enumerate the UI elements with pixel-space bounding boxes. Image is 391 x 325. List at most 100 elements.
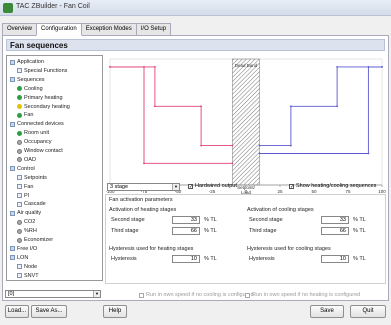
tree-item[interactable]: Room unit xyxy=(17,129,49,137)
cooling-second-input[interactable]: 33 xyxy=(321,216,349,224)
tree-item[interactable]: Setpoints xyxy=(17,174,47,182)
tree-item[interactable]: Control xyxy=(10,165,35,173)
load-button[interactable]: Load... xyxy=(5,305,29,318)
folder-icon xyxy=(10,166,15,172)
panel-title: Fan sequences xyxy=(6,39,385,51)
stage-select[interactable]: 3 stage ▼ xyxy=(107,183,180,191)
series-point xyxy=(143,162,145,165)
save-as-button[interactable]: Save As... xyxy=(31,305,67,318)
tree-item-label: PI xyxy=(24,192,30,199)
run-cooling-checkbox[interactable]: Run in own speed if no heating is config… xyxy=(245,292,360,298)
series-point xyxy=(200,144,203,147)
tree-item[interactable]: %RH xyxy=(17,227,37,235)
tree-item[interactable]: Secondary heating xyxy=(17,103,70,111)
tree-item[interactable]: Occupancy xyxy=(17,138,52,146)
check-icon: ✓ xyxy=(188,183,194,190)
tree-item[interactable]: Sequences xyxy=(10,76,45,84)
tree-item[interactable]: Connected devices xyxy=(10,120,64,128)
tree-item[interactable]: Primary heating xyxy=(17,94,63,102)
heating-hysteresis-label: Hysteresis xyxy=(111,256,137,262)
show-sequences-checkbox[interactable]: ✓ Show heating/cooling sequences xyxy=(289,183,376,189)
stage-select-value: 3 stage xyxy=(110,184,129,190)
heating-second-input[interactable]: 33 xyxy=(172,216,200,224)
leaf-icon xyxy=(17,175,22,181)
gray-dot-icon xyxy=(17,139,22,145)
tree-item[interactable]: OAD xyxy=(17,156,36,164)
quit-button[interactable]: Quit xyxy=(350,305,386,318)
series-point xyxy=(143,65,145,68)
heating-third-input[interactable]: 66 xyxy=(172,227,200,235)
series-point xyxy=(153,105,156,108)
instance-select-value: [0] xyxy=(8,291,15,297)
cooling-third-label: Third stage xyxy=(249,228,277,234)
run-cooling-label: Run in own speed if no heating is config… xyxy=(252,292,361,298)
heating-third-label: Third stage xyxy=(111,228,139,234)
tree-item-label: Fan xyxy=(24,183,34,190)
tree-item[interactable]: Fan xyxy=(17,111,33,119)
green-dot-icon xyxy=(17,112,22,118)
tree-item-label: Sequences xyxy=(17,76,45,83)
tree-item[interactable]: Window contact xyxy=(17,147,63,155)
tab-configuration[interactable]: Configuration xyxy=(36,23,82,36)
series-point xyxy=(258,152,261,155)
series-point xyxy=(200,105,203,108)
tree-item[interactable]: Cascade xyxy=(17,200,46,208)
tree-item-label: Window contact xyxy=(24,148,63,154)
tree-item[interactable]: Node xyxy=(17,263,37,271)
chevron-down-icon[interactable]: ▼ xyxy=(172,184,179,190)
check-icon: ✓ xyxy=(289,183,295,190)
hardwired-output-checkbox[interactable]: ✓ Hardwired output xyxy=(188,183,237,189)
tree-item-label: Control xyxy=(17,165,35,172)
series-point xyxy=(109,65,111,68)
series-point xyxy=(289,144,292,147)
save-button[interactable]: Save xyxy=(310,305,344,318)
tree-item[interactable]: Cooling xyxy=(17,85,43,93)
gray-dot-icon xyxy=(17,157,22,163)
dead-band xyxy=(232,58,260,186)
tree-item-label: Cascade xyxy=(24,201,46,208)
hardwired-output-label: Hardwired output xyxy=(195,183,237,189)
tree-item[interactable]: Application xyxy=(10,58,44,66)
app-icon xyxy=(3,3,13,13)
tree-item-label: Room unit xyxy=(24,130,50,137)
tree-item[interactable]: Free I/O xyxy=(10,245,37,253)
tree-item[interactable]: CO2 xyxy=(17,218,35,226)
heating-second-label: Second stage xyxy=(111,217,145,223)
tree-item[interactable]: SNVT xyxy=(17,272,39,280)
run-heating-checkbox[interactable]: Run in own speed if no cooling is config… xyxy=(139,292,254,298)
tree-item[interactable]: LON xyxy=(10,254,28,262)
cooling-third-input[interactable]: 66 xyxy=(321,227,349,235)
chevron-down-icon[interactable]: ▼ xyxy=(93,291,100,297)
green-dot-icon xyxy=(17,86,22,92)
help-button[interactable]: Help xyxy=(103,305,127,318)
series-point xyxy=(336,65,339,68)
checkbox-box xyxy=(139,292,144,298)
fan-sequence-chart: Dead Band -100 -75 -50 -25 0 25 50 75 100 Setpoint… xyxy=(106,55,388,203)
folder-icon xyxy=(10,59,15,65)
gray-dot-icon xyxy=(17,219,22,225)
series-point xyxy=(153,65,156,68)
tree-item[interactable]: Special Functions xyxy=(17,67,67,75)
window-title: TAC ZBuilder - Fan Coil xyxy=(16,3,90,10)
cooling-hysteresis-input[interactable]: 10 xyxy=(321,255,349,263)
folder-icon xyxy=(10,77,15,83)
tree-item[interactable]: Fan xyxy=(17,183,33,191)
tree-item-label: Connected devices xyxy=(17,121,64,128)
configuration-tree: Application Special Functions Sequences Coo… xyxy=(6,55,103,281)
instance-select[interactable]: [0] ▼ xyxy=(5,290,101,298)
leaf-icon xyxy=(17,273,22,279)
show-sequences-label: Show heating/cooling sequences xyxy=(296,183,377,189)
green-dot-icon xyxy=(17,95,22,101)
tree-item-label: Secondary heating xyxy=(24,103,70,110)
cooling-hysteresis-unit: % TL xyxy=(353,256,366,262)
heating-hysteresis-input[interactable]: 10 xyxy=(172,255,200,263)
tree-item[interactable]: Economizer xyxy=(17,236,53,244)
tree-item-label: Fan xyxy=(24,112,34,119)
leaf-icon xyxy=(17,68,22,74)
heating-hysteresis-title: Hysteresis used for heating stages xyxy=(109,246,194,252)
params-title: Fan activation parameters xyxy=(109,197,173,203)
tree-item[interactable]: Air quality xyxy=(10,209,41,217)
tree-item-label: Cooling xyxy=(24,85,43,92)
tree-item[interactable]: PI xyxy=(17,192,29,200)
heating-second-unit: % TL xyxy=(204,217,217,223)
